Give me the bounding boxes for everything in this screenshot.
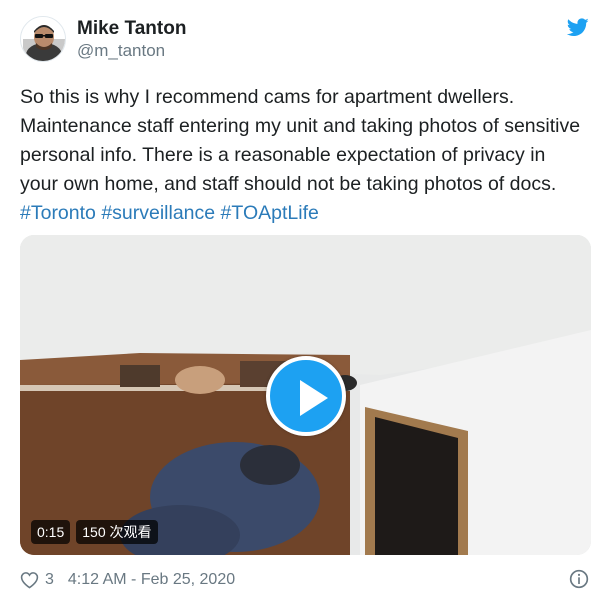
like-count[interactable]: 3	[45, 571, 54, 589]
hashtag-surveillance[interactable]: #surveillance	[101, 202, 215, 224]
twitter-bird-icon[interactable]	[567, 18, 589, 37]
author-handle[interactable]: @m_tanton	[77, 41, 186, 61]
tweet-card: Mike Tanton @m_tanton So this is why I r…	[0, 0, 605, 596]
author-display-name[interactable]: Mike Tanton	[77, 18, 186, 40]
tweet-body: So this is why I recommend cams for apar…	[20, 86, 581, 195]
tweet-timestamp[interactable]: 4:12 AM - Feb 25, 2020	[68, 571, 235, 589]
author-names: Mike Tanton @m_tanton	[77, 18, 186, 61]
play-button[interactable]	[266, 356, 346, 436]
info-icon[interactable]	[569, 569, 589, 589]
tweet-text: So this is why I recommend cams for apar…	[20, 83, 588, 228]
avatar-image	[21, 17, 65, 61]
video-duration: 0:15	[31, 520, 71, 544]
video-player[interactable]: 0:15 150 次观看	[20, 235, 591, 555]
avatar[interactable]	[20, 16, 66, 62]
tweet-footer: 3 4:12 AM - Feb 25, 2020	[20, 569, 589, 591]
play-icon	[300, 380, 328, 416]
video-badges: 0:15 150 次观看	[31, 520, 158, 544]
tweet-header: Mike Tanton @m_tanton	[20, 14, 589, 64]
hashtag-toaptlife[interactable]: #TOAptLife	[221, 202, 319, 224]
heart-icon[interactable]	[20, 571, 39, 589]
video-views: 150 次观看	[76, 520, 158, 544]
hashtag-toronto[interactable]: #Toronto	[20, 202, 96, 224]
